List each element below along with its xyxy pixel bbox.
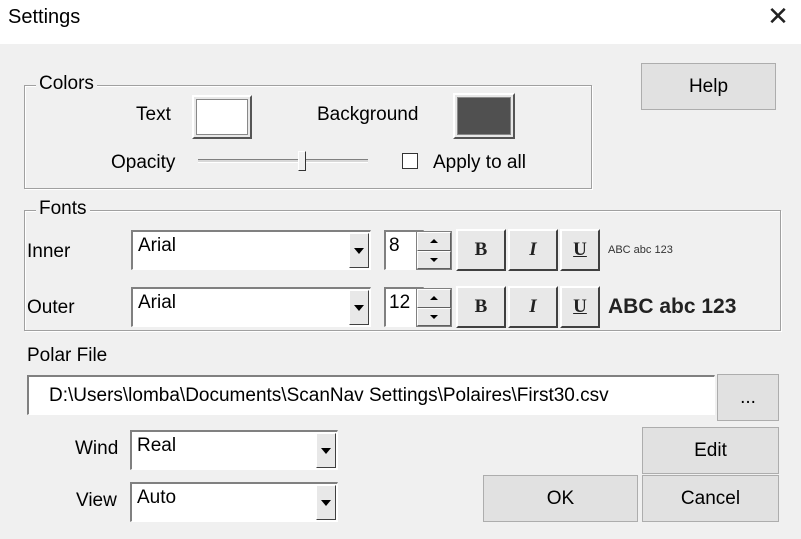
outer-font-select[interactable]: Arial bbox=[131, 287, 371, 327]
outer-size-spinner[interactable] bbox=[416, 288, 452, 327]
text-color-fill bbox=[196, 99, 248, 135]
fonts-legend: Fonts bbox=[36, 198, 90, 220]
browse-button[interactable]: ... bbox=[717, 374, 779, 421]
opacity-slider[interactable] bbox=[198, 150, 368, 174]
close-icon[interactable]: ✕ bbox=[763, 2, 793, 32]
inner-font-label: Inner bbox=[27, 241, 71, 262]
text-color-label: Text bbox=[136, 104, 171, 125]
window-title: Settings bbox=[8, 6, 81, 28]
outer-font-dropdown-icon[interactable] bbox=[349, 290, 369, 325]
inner-underline-button[interactable]: U bbox=[560, 229, 600, 271]
outer-size-value: 12 bbox=[389, 292, 411, 313]
background-color-swatch[interactable] bbox=[453, 93, 515, 139]
outer-font-preview: ABC abc 123 bbox=[608, 295, 737, 318]
inner-font-dropdown-icon[interactable] bbox=[349, 233, 369, 268]
polar-file-label: Polar File bbox=[27, 345, 108, 366]
polar-file-path[interactable]: D:\Users\lomba\Documents\ScanNav Setting… bbox=[27, 375, 715, 415]
wind-select[interactable]: Real bbox=[130, 430, 338, 470]
spin-down-icon[interactable] bbox=[417, 307, 451, 326]
inner-font-select[interactable]: Arial bbox=[131, 230, 371, 270]
spin-up-icon[interactable] bbox=[417, 289, 451, 308]
opacity-slider-thumb[interactable] bbox=[298, 151, 306, 171]
inner-bold-button[interactable]: B bbox=[456, 229, 506, 271]
opacity-slider-track bbox=[198, 159, 368, 163]
spin-down-icon[interactable] bbox=[417, 250, 451, 269]
outer-underline-button[interactable]: U bbox=[560, 286, 600, 328]
wind-label: Wind bbox=[75, 438, 119, 459]
title-bar bbox=[0, 0, 801, 44]
view-value: Auto bbox=[137, 487, 177, 508]
outer-font-label: Outer bbox=[27, 297, 75, 318]
inner-font-preview: ABC abc 123 bbox=[608, 244, 673, 256]
wind-value: Real bbox=[137, 435, 177, 456]
edit-button[interactable]: Edit bbox=[642, 427, 779, 474]
inner-font-value: Arial bbox=[138, 235, 177, 256]
view-select[interactable]: Auto bbox=[130, 482, 338, 522]
ok-button[interactable]: OK bbox=[483, 475, 638, 522]
help-button[interactable]: Help bbox=[641, 63, 776, 110]
wind-dropdown-icon[interactable] bbox=[316, 433, 336, 468]
colors-legend: Colors bbox=[36, 73, 97, 95]
apply-to-all-label: Apply to all bbox=[433, 152, 526, 173]
view-label: View bbox=[76, 490, 117, 511]
spin-up-icon[interactable] bbox=[417, 232, 451, 251]
cancel-button[interactable]: Cancel bbox=[642, 475, 779, 522]
background-color-fill bbox=[457, 97, 511, 135]
inner-size-spinner[interactable] bbox=[416, 231, 452, 270]
inner-size-value: 8 bbox=[389, 235, 400, 256]
outer-italic-button[interactable]: I bbox=[508, 286, 558, 328]
apply-to-all-checkbox[interactable] bbox=[402, 153, 418, 169]
view-dropdown-icon[interactable] bbox=[316, 485, 336, 520]
outer-bold-button[interactable]: B bbox=[456, 286, 506, 328]
text-color-swatch[interactable] bbox=[192, 95, 252, 139]
opacity-label: Opacity bbox=[111, 152, 176, 173]
polar-file-path-value: D:\Users\lomba\Documents\ScanNav Setting… bbox=[49, 385, 609, 406]
outer-font-value: Arial bbox=[138, 292, 177, 313]
inner-italic-button[interactable]: I bbox=[508, 229, 558, 271]
background-color-label: Background bbox=[317, 104, 419, 125]
